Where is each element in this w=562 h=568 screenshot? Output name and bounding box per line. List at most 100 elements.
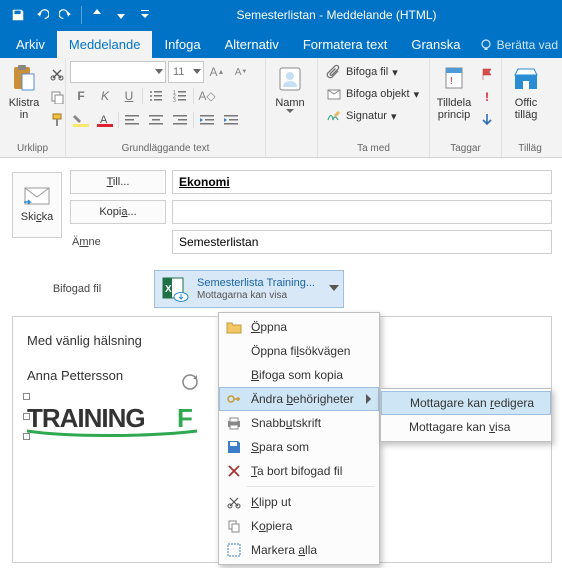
ribbon: Klistra in Urklipp 11 A▲ A▼ F K U: [0, 58, 562, 158]
attachment-status: Mottagarna kan visa: [197, 290, 315, 302]
tab-arkiv[interactable]: Arkiv: [4, 31, 57, 58]
undo-icon[interactable]: [30, 3, 54, 27]
format-painter-icon[interactable]: [46, 109, 68, 131]
bold-button[interactable]: F: [70, 85, 92, 107]
office-addins-button[interactable]: Offic tilläg: [506, 61, 546, 123]
tab-meddelande[interactable]: Meddelande: [57, 31, 153, 58]
shrink-font-icon[interactable]: A▼: [230, 61, 252, 83]
resize-handle[interactable]: [23, 433, 30, 440]
qat-customize-icon[interactable]: [133, 3, 157, 27]
indent-icon[interactable]: [220, 109, 242, 131]
svg-text:TRAINING: TRAINING: [27, 403, 145, 433]
group-basic-text: 11 A▲ A▼ F K U 123 A◇ A: [66, 58, 266, 157]
paste-icon: [8, 63, 40, 95]
attach-item-icon: [326, 86, 342, 102]
to-field[interactable]: [172, 170, 552, 194]
delete-icon: [225, 464, 243, 478]
clear-format-icon[interactable]: A◇: [196, 85, 218, 107]
low-importance-icon[interactable]: [476, 109, 498, 131]
subject-field[interactable]: [172, 230, 552, 254]
scissors-icon: [225, 495, 243, 509]
menu-save-as[interactable]: Spara som: [219, 435, 379, 459]
resize-handle[interactable]: [23, 413, 30, 420]
send-button[interactable]: Skicka: [12, 172, 62, 238]
paperclip-icon: [326, 64, 342, 80]
svg-text:!: !: [450, 76, 453, 87]
compose-header: Skicka Till... Kopia... Ämne: [0, 158, 562, 264]
submenu-can-edit[interactable]: Mottagare kan redigera: [381, 391, 551, 415]
previous-icon[interactable]: [85, 3, 109, 27]
redo-icon[interactable]: [54, 3, 78, 27]
menu-attach-copy[interactable]: Bifoga som kopia: [219, 363, 379, 387]
group-include: Bifoga fil▾ Bifoga objekt▾ Signatur▾ Ta …: [318, 58, 430, 157]
attachment-row: Bifogad fil X Semesterlista Training... …: [0, 270, 562, 308]
chevron-down-icon: [155, 69, 163, 75]
window-title: Semesterlistan - Meddelande (HTML): [157, 8, 556, 22]
align-center-icon[interactable]: [145, 109, 167, 131]
group-names: Namn: [266, 58, 318, 157]
address-book-icon: [274, 63, 306, 95]
font-size-combo[interactable]: 11: [168, 61, 204, 83]
align-right-icon[interactable]: [169, 109, 191, 131]
high-importance-icon[interactable]: !: [476, 86, 498, 108]
rotate-handle-icon[interactable]: [181, 373, 199, 391]
chevron-down-icon[interactable]: [329, 285, 339, 293]
signature-button[interactable]: Signatur▾: [322, 105, 401, 127]
folder-open-icon: [225, 320, 243, 334]
tab-granska[interactable]: Granska: [399, 31, 472, 58]
cut-icon[interactable]: [46, 63, 68, 85]
to-button[interactable]: Till...: [70, 170, 166, 194]
outdent-icon[interactable]: [196, 109, 218, 131]
group-addins: Offic tilläg Tilläg: [502, 58, 558, 157]
font-color-icon[interactable]: A: [94, 109, 116, 131]
underline-button[interactable]: U: [118, 85, 140, 107]
save-icon[interactable]: [6, 3, 30, 27]
svg-text:X: X: [165, 284, 172, 295]
names-button[interactable]: Namn: [270, 61, 310, 116]
cc-button[interactable]: Kopia...: [70, 200, 166, 224]
submenu-can-view[interactable]: Mottagare kan visa: [381, 415, 551, 439]
grow-font-icon[interactable]: A▲: [206, 61, 228, 83]
highlight-icon[interactable]: [70, 109, 92, 131]
signature-icon: [326, 108, 342, 124]
group-tags: ! Tilldela princip ! Taggar: [430, 58, 502, 157]
attachment-context-menu: Öppna Öppna filsökvägen Bifoga som kopia…: [218, 312, 380, 565]
menu-copy[interactable]: Kopiera: [219, 514, 379, 538]
next-icon[interactable]: [109, 3, 133, 27]
signature-logo[interactable]: TRAINING F: [27, 397, 227, 441]
tab-infoga[interactable]: Infoga: [152, 31, 212, 58]
subject-label: Ämne: [70, 236, 166, 248]
menu-cut[interactable]: Klipp ut: [219, 490, 379, 514]
menu-change-permissions[interactable]: Ändra behörigheter: [219, 387, 379, 411]
tell-me-search[interactable]: Berätta vad: [475, 38, 562, 58]
font-name-combo[interactable]: [70, 61, 166, 83]
tab-alternativ[interactable]: Alternativ: [213, 31, 291, 58]
excel-cloud-icon: X: [161, 275, 189, 303]
copy-icon[interactable]: [46, 86, 68, 108]
attachment-chip[interactable]: X Semesterlista Training... Mottagarna k…: [154, 270, 344, 308]
menu-select-all[interactable]: Markera alla: [219, 538, 379, 562]
permissions-submenu: Mottagare kan redigera Mottagare kan vis…: [380, 388, 552, 442]
resize-handle[interactable]: [23, 393, 30, 400]
save-icon: [225, 440, 243, 454]
policy-icon: !: [438, 63, 470, 95]
align-left-icon[interactable]: [121, 109, 143, 131]
assign-policy-button[interactable]: ! Tilldela princip: [434, 61, 474, 123]
menu-remove-attachment[interactable]: Ta bort bifogad fil: [219, 459, 379, 483]
chevron-right-icon: [366, 394, 372, 404]
cc-field[interactable]: [172, 200, 552, 224]
paste-button[interactable]: Klistra in: [4, 61, 44, 123]
menu-quick-print[interactable]: Snabbutskrift: [219, 411, 379, 435]
attach-item-button[interactable]: Bifoga objekt▾: [322, 83, 423, 105]
bullets-icon[interactable]: [145, 85, 167, 107]
attach-file-button[interactable]: Bifoga fil▾: [322, 61, 402, 83]
tab-formatera[interactable]: Formatera text: [291, 31, 400, 58]
group-clipboard: Klistra in Urklipp: [0, 58, 66, 157]
numbering-icon[interactable]: 123: [169, 85, 191, 107]
italic-button[interactable]: K: [94, 85, 116, 107]
menu-open-path[interactable]: Öppna filsökvägen: [219, 339, 379, 363]
quick-access-toolbar: Semesterlistan - Meddelande (HTML): [0, 0, 562, 30]
attachment-label: Bifogad fil: [0, 283, 154, 295]
menu-open[interactable]: Öppna: [219, 315, 379, 339]
follow-up-icon[interactable]: [476, 63, 498, 85]
